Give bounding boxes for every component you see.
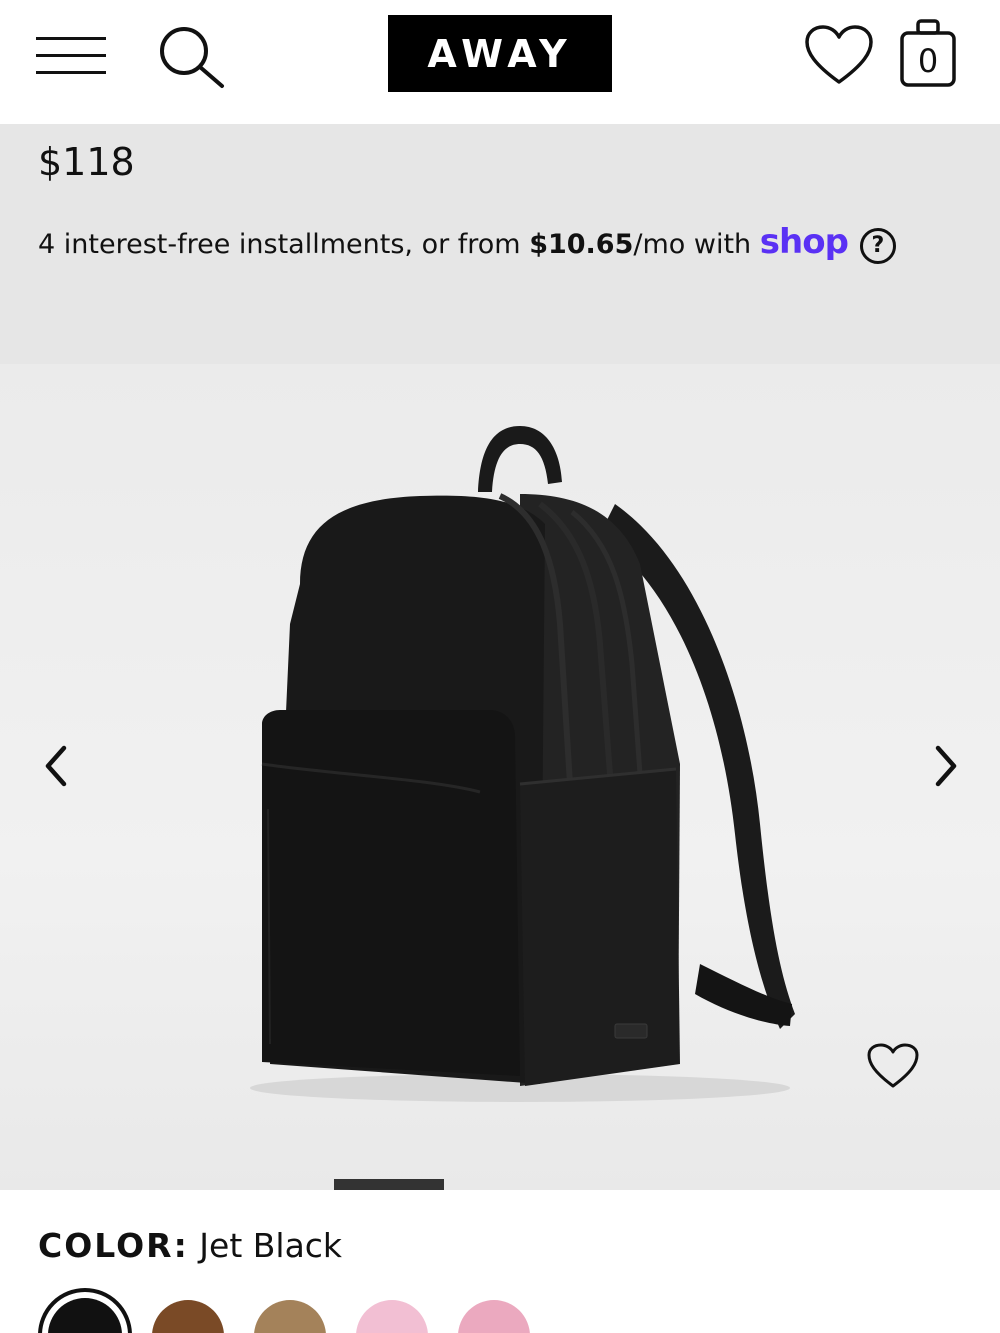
swatch-brown[interactable] — [152, 1300, 224, 1333]
swatch-jet-black-fill — [48, 1298, 122, 1333]
swatch-light-pink[interactable] — [356, 1300, 428, 1333]
installments-suffix: /mo with — [633, 229, 760, 260]
swatch-pink[interactable] — [458, 1300, 530, 1333]
question-mark-icon[interactable]: ? — [859, 227, 896, 264]
menu-icon[interactable] — [36, 34, 108, 76]
installments-text: 4 interest-free installments, or from $1… — [38, 222, 896, 264]
installments-prefix: 4 interest-free installments, or from — [38, 229, 530, 260]
image-favorite-heart-icon[interactable] — [866, 1042, 920, 1090]
product-price: $118 — [38, 140, 135, 184]
cart-icon[interactable]: 0 — [898, 18, 958, 90]
gallery-position-indicator — [334, 1179, 444, 1190]
price-section: $118 4 interest-free installments, or fr… — [0, 124, 1000, 364]
next-image-chevron-right-icon[interactable] — [926, 738, 966, 794]
away-logo[interactable]: AWAY — [388, 15, 612, 92]
backpack-image — [250, 426, 795, 1102]
swatch-jet-black[interactable] — [38, 1288, 132, 1333]
cart-count: 0 — [917, 42, 939, 80]
product-image-gallery[interactable] — [0, 364, 1000, 1190]
wishlist-heart-icon[interactable] — [804, 24, 874, 86]
color-selector-heading: COLOR: Jet Black — [38, 1226, 342, 1265]
product-page: AWAY 0 $118 4 interest-free installments… — [0, 0, 1000, 1333]
color-value: Jet Black — [199, 1226, 343, 1265]
site-header: AWAY 0 — [0, 0, 1000, 124]
previous-image-chevron-left-icon[interactable] — [36, 738, 76, 794]
color-label: COLOR: — [38, 1226, 189, 1265]
color-swatches — [36, 1286, 996, 1333]
search-icon[interactable] — [156, 24, 228, 90]
installment-amount: $10.65 — [529, 229, 634, 260]
shop-pay-logo: shop — [759, 222, 849, 262]
swatch-tan[interactable] — [254, 1300, 326, 1333]
